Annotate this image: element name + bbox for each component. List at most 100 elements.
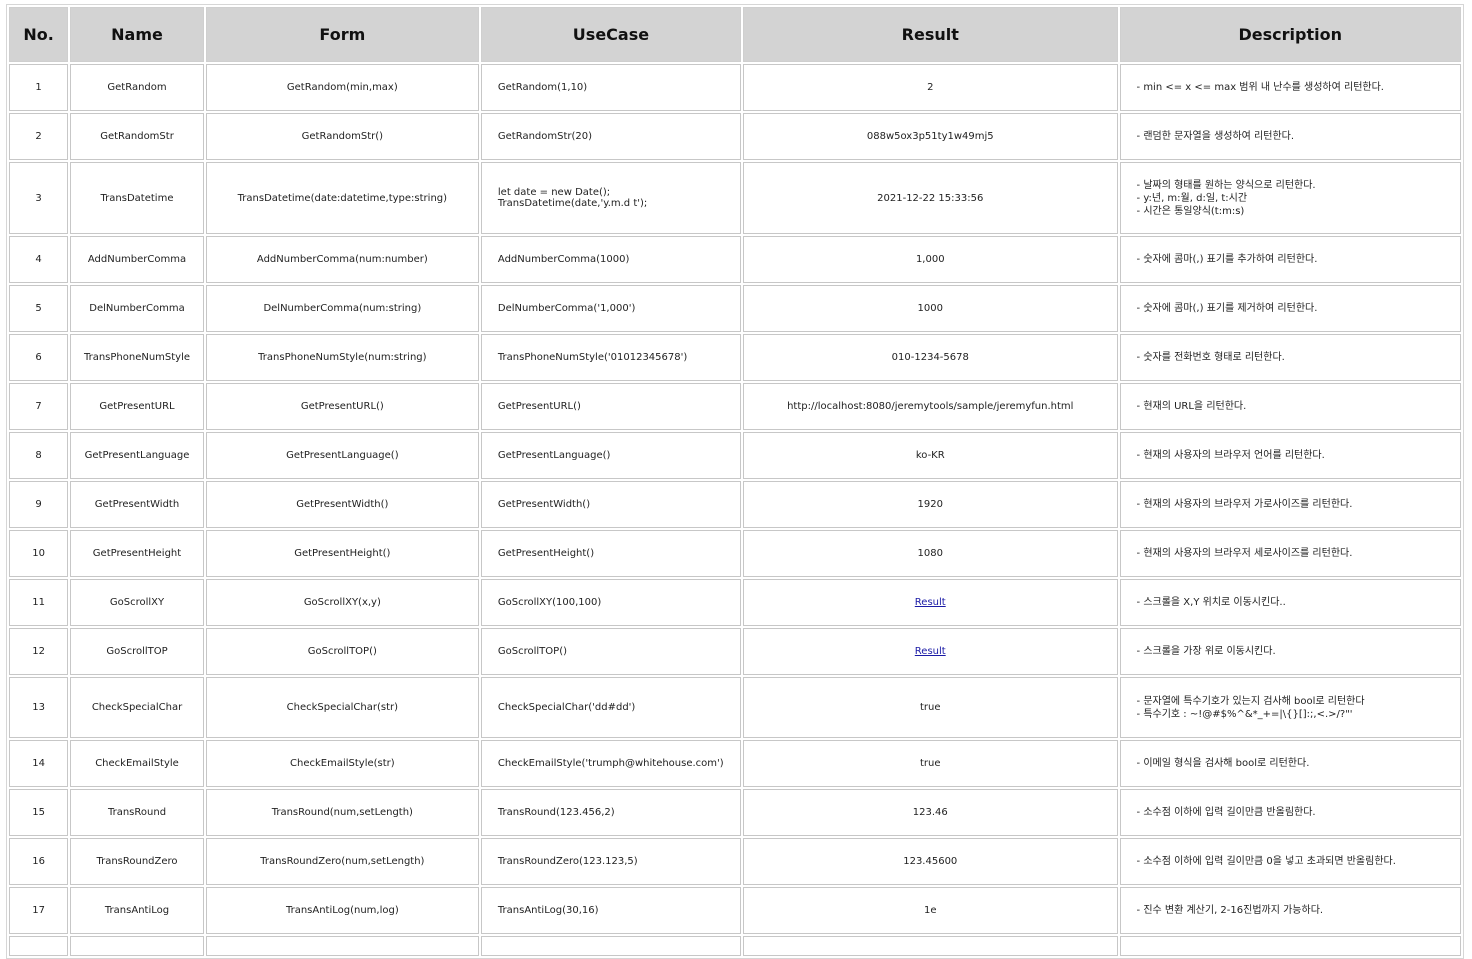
usecase-line: GetRandom(1,10) xyxy=(497,82,588,93)
cell-no: 5 xyxy=(9,285,69,332)
cell-no: 11 xyxy=(9,579,69,626)
cell-form: AddNumberComma(num:number) xyxy=(205,236,479,283)
cell-result: true xyxy=(742,677,1118,738)
table-row: 9 GetPresentWidth GetPresentWidth() GetPres… xyxy=(9,481,1461,528)
usecase-line: TransPhoneNumStyle('01012345678') xyxy=(497,352,688,363)
cell-form: CheckSpecialChar(str) xyxy=(205,677,479,738)
cell-no: 9 xyxy=(9,481,69,528)
table-row: 3 TransDatetime TransDatetime(date:datetim… xyxy=(9,162,1461,234)
empty-cell xyxy=(205,936,479,956)
cell-result: 1e xyxy=(742,887,1118,934)
usecase-line: GetRandomStr(20) xyxy=(497,131,593,142)
table-row: 16 TransRoundZero TransRoundZero(num,setLe… xyxy=(9,838,1461,885)
cell-result: ko-KR xyxy=(742,432,1118,479)
table-row xyxy=(9,936,1461,956)
cell-usecase: CheckSpecialChar('dd#dd') xyxy=(480,677,741,738)
table-row: 14 CheckEmailStyle CheckEmailStyle(str) Che… xyxy=(9,740,1461,787)
cell-result: 2 xyxy=(742,64,1118,111)
cell-form: TransDatetime(date:datetime,type:string) xyxy=(205,162,479,234)
description-line: - 숫자에 콤마(,) 표기를 추가하여 리턴한다. xyxy=(1136,254,1318,265)
usecase-line: AddNumberComma(1000) xyxy=(497,254,630,265)
column-header-no: No. xyxy=(9,7,69,62)
cell-usecase: AddNumberComma(1000) xyxy=(480,236,741,283)
cell-form: TransRound(num,setLength) xyxy=(205,789,479,836)
cell-usecase: GoScrollXY(100,100) xyxy=(480,579,741,626)
description-line: - min <= x <= max 범위 내 난수를 생성하여 리턴한다. xyxy=(1136,82,1384,93)
table-row: 8 GetPresentLanguage GetPresentLanguage() G… xyxy=(9,432,1461,479)
cell-form: GetRandom(min,max) xyxy=(205,64,479,111)
cell-form: GetPresentURL() xyxy=(205,383,479,430)
cell-no: 8 xyxy=(9,432,69,479)
column-header-form: Form xyxy=(205,7,479,62)
cell-no: 7 xyxy=(9,383,69,430)
cell-description: - 현재의 URL을 리턴한다. xyxy=(1119,383,1461,430)
cell-no: 1 xyxy=(9,64,69,111)
cell-description: - 숫자를 전화번호 형태로 리턴한다. xyxy=(1119,334,1461,381)
cell-form: CheckEmailStyle(str) xyxy=(205,740,479,787)
description-line: - y:년, m:월, d:일, t:시간 xyxy=(1136,192,1248,204)
cell-description: - 현재의 사용자의 브라우저 언어를 리턴한다. xyxy=(1119,432,1461,479)
cell-description: - 진수 변환 계산기, 2-16진법까지 가능하다. xyxy=(1119,887,1461,934)
cell-result: 088w5ox3p51ty1w49mj5 xyxy=(742,113,1118,160)
cell-result: 1000 xyxy=(742,285,1118,332)
cell-usecase: GoScrollTOP() xyxy=(480,628,741,675)
cell-usecase: DelNumberComma('1,000') xyxy=(480,285,741,332)
cell-no: 3 xyxy=(9,162,69,234)
usecase-line: TransRound(123.456,2) xyxy=(497,807,615,818)
description-line: - 현재의 사용자의 브라우저 가로사이즈를 리턴한다. xyxy=(1136,499,1353,510)
cell-description: - 숫자에 콤마(,) 표기를 추가하여 리턴한다. xyxy=(1119,236,1461,283)
cell-result: 123.46 xyxy=(742,789,1118,836)
cell-form: TransAntiLog(num,log) xyxy=(205,887,479,934)
column-header-usecase: UseCase xyxy=(480,7,741,62)
empty-cell xyxy=(742,936,1118,956)
cell-usecase: TransRoundZero(123.123,5) xyxy=(480,838,741,885)
cell-no: 17 xyxy=(9,887,69,934)
cell-no: 6 xyxy=(9,334,69,381)
usecase-line: GetPresentURL() xyxy=(497,401,581,412)
usecase-line: GoScrollTOP() xyxy=(497,646,567,657)
cell-result: 2021-12-22 15:33:56 xyxy=(742,162,1118,234)
cell-usecase: GetRandom(1,10) xyxy=(480,64,741,111)
functions-table: No. Name Form UseCase Result Description… xyxy=(6,4,1464,959)
cell-result: 1920 xyxy=(742,481,1118,528)
table-row: 13 CheckSpecialChar CheckSpecialChar(str) C… xyxy=(9,677,1461,738)
cell-no: 4 xyxy=(9,236,69,283)
cell-no: 12 xyxy=(9,628,69,675)
table-header-row: No. Name Form UseCase Result Description xyxy=(9,7,1461,62)
cell-result: Result xyxy=(742,579,1118,626)
empty-cell xyxy=(480,936,741,956)
cell-name: GetRandom xyxy=(70,64,204,111)
cell-form: GetPresentLanguage() xyxy=(205,432,479,479)
cell-form: DelNumberComma(num:string) xyxy=(205,285,479,332)
description-line: - 이메일 형식을 검사해 bool로 리턴한다. xyxy=(1136,758,1310,769)
cell-description: - 스크롤을 X,Y 위치로 이동시킨다.. xyxy=(1119,579,1461,626)
cell-name: GetPresentHeight xyxy=(70,530,204,577)
cell-result: true xyxy=(742,740,1118,787)
empty-cell xyxy=(9,936,69,956)
cell-form: GetPresentHeight() xyxy=(205,530,479,577)
description-line: - 현재의 사용자의 브라우저 언어를 리턴한다. xyxy=(1136,450,1325,461)
cell-name: GetPresentWidth xyxy=(70,481,204,528)
table-row: 15 TransRound TransRound(num,setLength) Tra… xyxy=(9,789,1461,836)
cell-no: 16 xyxy=(9,838,69,885)
column-header-name: Name xyxy=(70,7,204,62)
result-link[interactable]: Result xyxy=(915,646,946,657)
cell-description: - 현재의 사용자의 브라우저 세로사이즈를 리턴한다. xyxy=(1119,530,1461,577)
description-line: - 시간은 통일양식(t:m:s) xyxy=(1136,205,1245,217)
cell-result: 1,000 xyxy=(742,236,1118,283)
cell-form: GoScrollTOP() xyxy=(205,628,479,675)
usecase-line: TransDatetime(date,'y.m.d t'); xyxy=(497,198,648,209)
cell-name: GetRandomStr xyxy=(70,113,204,160)
result-link[interactable]: Result xyxy=(915,597,946,608)
cell-name: TransPhoneNumStyle xyxy=(70,334,204,381)
cell-description: - min <= x <= max 범위 내 난수를 생성하여 리턴한다. xyxy=(1119,64,1461,111)
cell-description: - 소수점 이하에 입력 길이만큼 반올림한다. xyxy=(1119,789,1461,836)
cell-name: GoScrollXY xyxy=(70,579,204,626)
usecase-line: GetPresentWidth() xyxy=(497,499,591,510)
cell-description: - 스크롤을 가장 위로 이동시킨다. xyxy=(1119,628,1461,675)
usecase-line: TransAntiLog(30,16) xyxy=(497,905,599,916)
description-line: - 숫자를 전화번호 형태로 리턴한다. xyxy=(1136,352,1285,363)
table-row: 1 GetRandom GetRandom(min,max) GetRandom(1,… xyxy=(9,64,1461,111)
usecase-line: GoScrollXY(100,100) xyxy=(497,597,602,608)
table-row: 12 GoScrollTOP GoScrollTOP() GoScrollTOP() R… xyxy=(9,628,1461,675)
